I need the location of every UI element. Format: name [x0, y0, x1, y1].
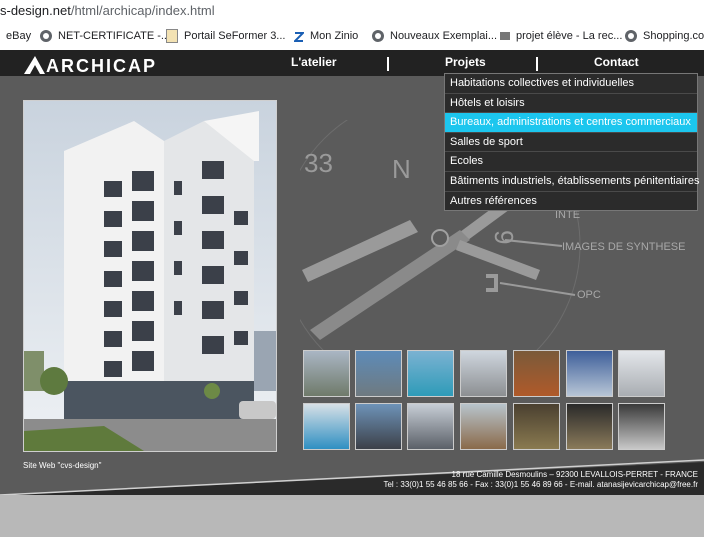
project-thumbnail[interactable] — [618, 403, 665, 450]
project-thumbnail[interactable] — [513, 403, 560, 450]
globe-icon — [40, 30, 52, 42]
project-thumbnail[interactable] — [407, 403, 454, 450]
bookmark-projet-eleve[interactable]: projet élève - La rec... — [500, 26, 622, 46]
compass-opc-label: OPC — [577, 289, 601, 301]
logo-text: ARCHICAP — [46, 56, 158, 76]
browser-chrome: s-design.net/html/archicap/index.html eB… — [0, 0, 704, 50]
menu-item-autres-references[interactable]: Autres références — [445, 192, 697, 211]
bookmark-label: Portail SeFormer 3... — [184, 30, 286, 42]
bookmarks-bar: eBay NET-CERTIFICATE -... Portail SeForm… — [0, 26, 704, 46]
project-thumbnail[interactable] — [460, 350, 507, 397]
bookmark-label: Mon Zinio — [310, 30, 359, 42]
zinio-icon — [292, 30, 306, 42]
project-thumbnail[interactable] — [513, 350, 560, 397]
bookmark-portail-seformer[interactable]: Portail SeFormer 3... — [166, 26, 285, 46]
nav-atelier[interactable]: L'atelier — [291, 50, 337, 76]
compass-n-label: N — [392, 154, 411, 184]
archicap-logo[interactable]: ARCHICAP — [22, 53, 157, 75]
compass-images-label: IMAGES DE SYNTHESE — [562, 241, 685, 253]
project-thumbnail[interactable] — [566, 350, 613, 397]
building-rendering-image — [23, 100, 277, 452]
menu-item-bureaux[interactable]: Bureaux, administrations et centres comm… — [445, 113, 697, 133]
logo-triangle-icon — [24, 56, 45, 74]
nav-separator — [536, 57, 538, 71]
project-thumbnail[interactable] — [355, 403, 402, 450]
bookmark-label: Nouveaux Exemplai... — [390, 30, 497, 42]
school-icon — [500, 32, 510, 40]
bookmark-shopping[interactable]: Shopping.com — [625, 26, 704, 46]
menu-item-hotels[interactable]: Hôtels et loisirs — [445, 94, 697, 114]
bookmark-nouveaux-exemplaires[interactable]: Nouveaux Exemplai... — [372, 26, 497, 46]
bookmark-ebay[interactable]: eBay — [6, 26, 31, 46]
project-thumbnail[interactable] — [303, 403, 350, 450]
projets-dropdown-menu: Habitations collectives et individuelles… — [444, 73, 699, 212]
contact-info: 18 rue Camille Desmoulins – 92300 LEVALL… — [383, 470, 698, 490]
compass-9-label: 9 — [489, 230, 519, 244]
website-page: ARCHICAP L'atelier Projets Contact 33 N … — [0, 50, 704, 495]
globe-icon — [625, 30, 637, 42]
url-domain: s-design.net — [0, 3, 71, 18]
bookmark-mon-zinio[interactable]: Mon Zinio — [292, 26, 359, 46]
address-text: 18 rue Camille Desmoulins – 92300 LEVALL… — [451, 470, 698, 479]
nav-separator — [387, 57, 389, 71]
site-credit[interactable]: Site Web "cvs-design" — [23, 461, 101, 470]
project-thumbnail[interactable] — [618, 350, 665, 397]
project-thumbnail[interactable] — [460, 403, 507, 450]
bookmark-net-certificate[interactable]: NET-CERTIFICATE -... — [40, 26, 170, 46]
project-thumbnail[interactable] — [355, 350, 402, 397]
address-bar[interactable]: s-design.net/html/archicap/index.html — [0, 3, 215, 19]
bookmark-label: projet élève - La rec... — [516, 30, 623, 42]
contact-line-text[interactable]: Tel : 33(0)1 55 46 85 66 - Fax : 33(0)1 … — [383, 480, 698, 490]
bookmark-label: eBay — [6, 30, 32, 42]
compass-33-label: 33 — [304, 148, 333, 178]
menu-item-salles-de-sport[interactable]: Salles de sport — [445, 133, 697, 153]
menu-item-ecoles[interactable]: Ecoles — [445, 152, 697, 172]
bookmark-label: NET-CERTIFICATE -... — [58, 30, 171, 42]
project-thumbnail[interactable] — [566, 403, 613, 450]
portal-icon — [166, 29, 178, 43]
bookmark-label: Shopping.com — [643, 30, 704, 42]
project-thumbnail[interactable] — [407, 350, 454, 397]
url-path: /html/archicap/index.html — [70, 3, 215, 18]
page-bottom-area — [0, 495, 704, 537]
menu-item-batiments-industriels[interactable]: Bâtiments industriels, établissements pé… — [445, 172, 699, 192]
globe-icon — [372, 30, 384, 42]
project-thumbnail[interactable] — [303, 350, 350, 397]
menu-item-habitations[interactable]: Habitations collectives et individuelles — [445, 74, 697, 94]
